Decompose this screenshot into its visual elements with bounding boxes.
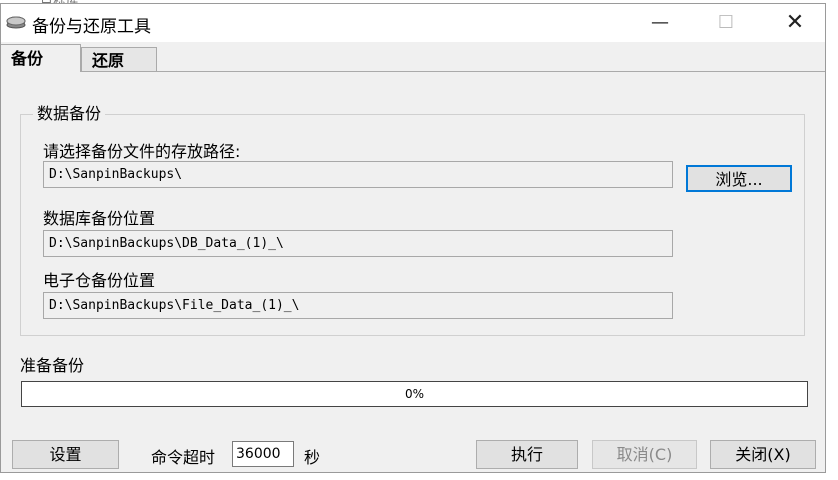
file-backup-location-field[interactable]: D:\SanpinBackups\File_Data_(1)_\ xyxy=(43,292,673,319)
file-location-label: 电子仓备份位置 xyxy=(43,271,156,290)
tab-strip: 备份 还原 xyxy=(1,44,825,72)
backup-progress-bar: 0% xyxy=(21,381,808,407)
settings-button[interactable]: 设置 xyxy=(12,440,119,469)
minimize-button[interactable]: — xyxy=(637,4,683,42)
db-location-label: 数据库备份位置 xyxy=(43,209,156,228)
timeout-label: 命令超时 xyxy=(151,448,216,467)
disk-drive-icon xyxy=(6,15,26,29)
cancel-button[interactable]: 取消(C) xyxy=(592,440,697,469)
tab-backup[interactable]: 备份 xyxy=(1,44,81,72)
backup-restore-window: 备份与还原工具 — ☐ ✕ 备份 还原 数据备份 请选择备份文件的存放路径: D… xyxy=(0,3,826,473)
timeout-input[interactable]: 36000 xyxy=(232,441,294,467)
tab-restore[interactable]: 还原 xyxy=(81,47,157,72)
backup-path-field[interactable]: D:\SanpinBackups\ xyxy=(43,161,673,188)
execute-button[interactable]: 执行 xyxy=(476,440,578,469)
window-title: 备份与还原工具 xyxy=(32,17,151,37)
close-button[interactable]: 关闭(X) xyxy=(710,440,816,469)
title-bar[interactable]: 备份与还原工具 — ☐ ✕ xyxy=(1,4,825,42)
browse-button[interactable]: 浏览... xyxy=(686,165,792,192)
tab-divider xyxy=(157,71,825,72)
timeout-unit-label: 秒 xyxy=(304,448,321,467)
db-backup-location-field[interactable]: D:\SanpinBackups\DB_Data_(1)_\ xyxy=(43,230,673,257)
progress-label: 0% xyxy=(404,387,425,401)
status-text: 准备备份 xyxy=(20,356,85,375)
groupbox-legend: 数据备份 xyxy=(33,100,106,124)
close-window-button[interactable]: ✕ xyxy=(772,4,818,42)
maximize-button[interactable]: ☐ xyxy=(703,4,749,42)
path-label: 请选择备份文件的存放路径: xyxy=(43,142,241,161)
